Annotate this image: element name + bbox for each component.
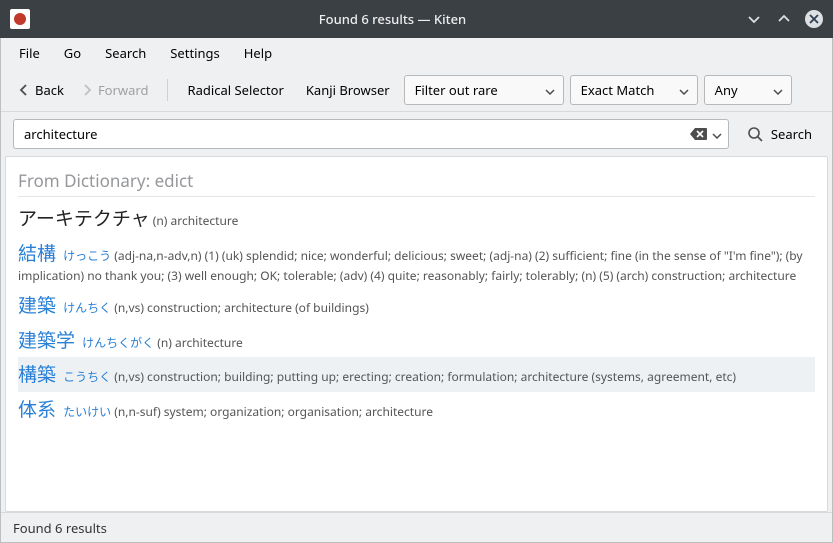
menu-settings[interactable]: Settings xyxy=(160,40,229,66)
radical-selector-button[interactable]: Radical Selector xyxy=(180,75,292,105)
kanji-browser-button[interactable]: Kanji Browser xyxy=(298,75,398,105)
app-icon xyxy=(10,9,30,29)
chevron-down-icon[interactable] xyxy=(712,125,722,143)
forward-button: Forward xyxy=(76,77,155,103)
separator xyxy=(167,79,168,101)
chevron-down-icon xyxy=(773,81,783,99)
results-panel: From Dictionary: edict アーキテクチャ (n) archi… xyxy=(5,156,828,512)
type-select[interactable]: Any xyxy=(704,75,792,105)
forward-label: Forward xyxy=(98,81,149,99)
entry-kanji[interactable]: 結構 xyxy=(18,240,56,266)
titlebar: Found 6 results — Kiten xyxy=(0,0,833,38)
filter-select-value: Filter out rare xyxy=(415,81,498,99)
result-entry[interactable]: 体系 たいけい (n,n-suf) system; organization; … xyxy=(18,392,815,427)
menu-file[interactable]: File xyxy=(9,40,50,66)
search-input[interactable] xyxy=(24,125,690,143)
search-icon xyxy=(747,126,763,142)
entry-reading[interactable]: けんちくがく xyxy=(79,334,154,351)
entry-definition: (n,vs) construction; architecture (of bu… xyxy=(111,299,369,316)
window-body: File Go Search Settings Help Back Forwar… xyxy=(0,38,833,543)
entry-definition: (n) architecture xyxy=(150,212,239,229)
entry-reading[interactable]: けっこう xyxy=(60,247,111,264)
entry-definition: (n,vs) construction; building; putting u… xyxy=(111,368,736,385)
chevron-right-icon xyxy=(82,83,92,97)
menubar: File Go Search Settings Help xyxy=(1,38,832,68)
result-entry[interactable]: 結構 けっこう (adj-na,n-adv,n) (1) (uk) splend… xyxy=(18,236,815,289)
result-entry[interactable]: アーキテクチャ (n) architecture xyxy=(18,201,815,236)
chevron-down-icon xyxy=(545,81,555,99)
menu-go[interactable]: Go xyxy=(54,40,91,66)
search-button[interactable]: Search xyxy=(739,121,820,147)
chevron-left-icon xyxy=(19,83,29,97)
chevron-down-icon xyxy=(679,81,689,99)
match-select[interactable]: Exact Match xyxy=(570,75,698,105)
entry-kanji[interactable]: 体系 xyxy=(18,396,56,422)
type-select-value: Any xyxy=(715,81,738,99)
result-entry[interactable]: 建築 けんちく (n,vs) construction; architectur… xyxy=(18,288,815,323)
entry-kanji[interactable]: 建築学 xyxy=(18,327,75,353)
entry-definition: (adj-na,n-adv,n) (1) (uk) splendid; nice… xyxy=(18,247,803,285)
entry-reading[interactable]: けんちく xyxy=(60,299,111,316)
search-field[interactable] xyxy=(13,119,729,149)
menu-search[interactable]: Search xyxy=(95,40,156,66)
back-label: Back xyxy=(35,81,64,99)
close-icon[interactable] xyxy=(805,10,823,28)
entry-kanji[interactable]: 構築 xyxy=(18,361,56,387)
entry-definition: (n,n-suf) system; organization; organisa… xyxy=(111,403,433,420)
status-text: Found 6 results xyxy=(13,519,107,537)
maximize-icon[interactable] xyxy=(775,10,793,28)
result-entry[interactable]: 構築 こうちく (n,vs) construction; building; p… xyxy=(18,357,815,392)
dictionary-header: From Dictionary: edict xyxy=(18,163,815,197)
minimize-icon[interactable] xyxy=(745,10,763,28)
match-select-value: Exact Match xyxy=(581,81,655,99)
result-entry[interactable]: 建築学 けんちくがく (n) architecture xyxy=(18,323,815,358)
search-row: Search xyxy=(1,112,832,156)
entry-reading[interactable]: こうちく xyxy=(60,368,111,385)
window-title: Found 6 results — Kiten xyxy=(40,10,745,28)
back-button[interactable]: Back xyxy=(13,77,70,103)
search-button-label: Search xyxy=(771,125,812,143)
filter-select[interactable]: Filter out rare xyxy=(404,75,564,105)
entry-kanji[interactable]: 建築 xyxy=(18,292,56,318)
toolbar: Back Forward Radical Selector Kanji Brow… xyxy=(1,68,832,112)
entry-definition: (n) architecture xyxy=(154,334,243,351)
entry-reading[interactable]: たいけい xyxy=(60,403,111,420)
statusbar: Found 6 results xyxy=(1,512,832,542)
menu-help[interactable]: Help xyxy=(234,40,282,66)
entry-kanji[interactable]: アーキテクチャ xyxy=(18,205,150,231)
clear-icon[interactable] xyxy=(690,127,706,141)
